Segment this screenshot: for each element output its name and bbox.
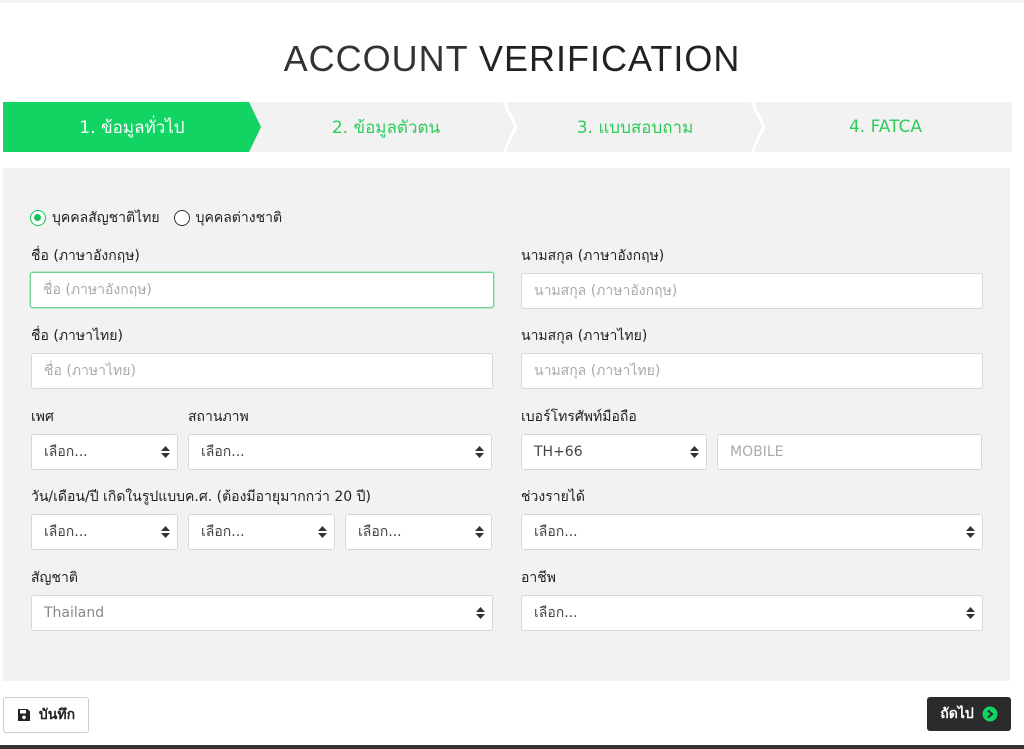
last-name-en-placeholder: นามสกุล (ภาษาอังกฤษ) [534,283,678,299]
gender-label: เพศ [31,409,54,425]
last-name-th-input[interactable]: นามสกุล (ภาษาไทย) [521,353,983,389]
last-name-th-placeholder: นามสกุล (ภาษาไทย) [534,363,661,379]
last-name-en-input[interactable]: นามสกุล (ภาษาอังกฤษ) [521,273,983,309]
birthdate-label: วัน/เดือน/ปี เกิดในรูปแบบค.ศ. (ต้องมีอาย… [31,489,371,505]
arrow-circle-right-icon [982,706,998,722]
nationality-label: สัญชาติ [31,570,78,586]
first-name-th-input[interactable]: ชื่อ (ภาษาไทย) [31,353,493,389]
sort-arrows-icon [468,607,492,619]
gender-select-value: เลือก... [44,444,88,460]
sort-arrows-icon [310,526,334,538]
page-title: ACCOUNT VERIFICATION [0,38,1024,80]
first-name-th-placeholder: ชื่อ (ภาษาไทย) [44,363,136,379]
step-4-label: 4. FATCA [848,117,923,137]
mobile-label: เบอร์โทรศัพท์มือถือ [521,409,637,425]
birth-month-select[interactable]: เลือก... [188,514,335,550]
floppy-disk-icon [17,708,31,722]
occupation-select-value: เลือก... [534,605,578,621]
top-shade [0,0,1024,3]
nationality-select-value: Thailand [44,605,105,621]
radio-thai-national-label[interactable]: บุคคลสัญชาติไทย [52,207,160,229]
next-button-label: ถัดไป [940,706,974,722]
bottom-border [0,745,1024,749]
page-title-strong: VERIFICATION [479,38,741,79]
nationality-select[interactable]: Thailand [31,595,493,631]
birth-day-select[interactable]: เลือก... [31,514,178,550]
income-select[interactable]: เลือก... [521,514,983,550]
country-code-select[interactable]: TH+66 [521,434,707,470]
first-name-en-label: ชื่อ (ภาษาอังกฤษ) [31,248,140,264]
occupation-select[interactable]: เลือก... [521,595,983,631]
step-progress-bar: 1. ข้อมูลทั่วไป 2. ข้อมูลตัวตน 3. แบบสอบ… [3,102,1012,152]
page-title-light: ACCOUNT [283,38,468,79]
step-1-label: 1. ข้อมูลทั่วไป [79,117,185,138]
sort-arrows-icon [153,446,177,458]
first-name-en-input[interactable]: ชื่อ (ภาษาอังกฤษ) [30,272,494,308]
mobile-placeholder: MOBILE [730,444,784,460]
birth-year-value: เลือก... [358,524,402,540]
nationality-type-radio-group: บุคคลสัญชาติไทย บุคคลต่างชาติ [30,207,296,229]
status-select[interactable]: เลือก... [188,434,492,470]
sort-arrows-icon [467,446,491,458]
sort-arrows-icon [682,446,706,458]
radio-foreigner[interactable] [173,210,190,226]
step-2-identity[interactable]: 2. ข้อมูลตัวตน [261,102,511,152]
step-3-label: 3. แบบสอบถาม [576,117,694,138]
occupation-label: อาชีพ [521,570,556,586]
birth-day-value: เลือก... [44,524,88,540]
birth-year-select[interactable]: เลือก... [345,514,492,550]
save-button[interactable]: บันทึก [3,697,89,733]
step-3-questionnaire[interactable]: 3. แบบสอบถาม [511,102,759,152]
sort-arrows-icon [958,526,982,538]
first-name-en-placeholder: ชื่อ (ภาษาอังกฤษ) [43,282,152,298]
last-name-th-label: นามสกุล (ภาษาไทย) [521,328,648,344]
income-label: ช่วงรายได้ [521,489,585,505]
first-name-th-label: ชื่อ (ภาษาไทย) [31,328,123,344]
birth-month-value: เลือก... [201,524,245,540]
step-2-label: 2. ข้อมูลตัวตน [331,117,441,138]
save-button-label: บันทึก [38,707,76,723]
gender-select[interactable]: เลือก... [31,434,178,470]
sort-arrows-icon [467,526,491,538]
sort-arrows-icon [958,607,982,619]
last-name-en-label: นามสกุล (ภาษาอังกฤษ) [521,248,665,264]
sort-arrows-icon [153,526,177,538]
step-1-general-info[interactable]: 1. ข้อมูลทั่วไป [3,102,261,152]
income-select-value: เลือก... [534,524,578,540]
radio-foreigner-label[interactable]: บุคคลต่างชาติ [196,207,282,229]
next-button[interactable]: ถัดไป [927,697,1011,731]
status-label: สถานภาพ [188,409,249,425]
country-code-value: TH+66 [534,444,583,460]
status-select-value: เลือก... [201,444,245,460]
radio-thai-national[interactable] [30,210,46,226]
mobile-input[interactable]: MOBILE [717,434,982,470]
step-4-fatca[interactable]: 4. FATCA [759,102,1012,152]
